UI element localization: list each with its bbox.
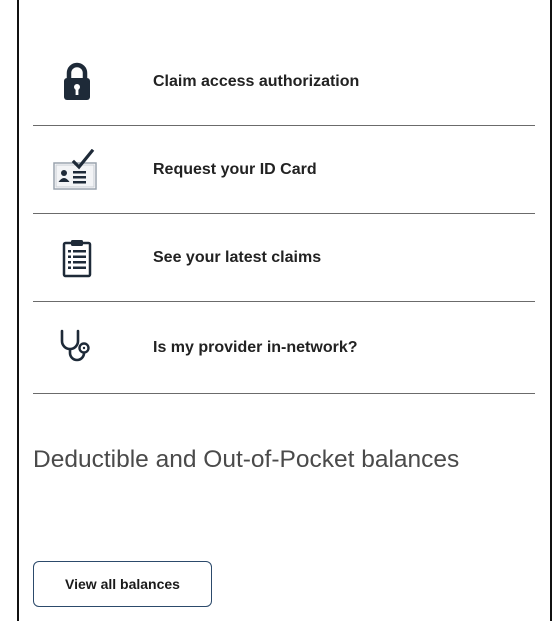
provider-in-network-link[interactable]: Is my provider in-network? xyxy=(33,302,535,394)
balances-heading: Deductible and Out-of-Pocket balances xyxy=(33,446,460,473)
lock-icon xyxy=(51,60,103,104)
request-id-card-link[interactable]: Request your ID Card xyxy=(33,126,535,214)
see-latest-claims-link[interactable]: See your latest claims xyxy=(33,214,535,302)
link-label: See your latest claims xyxy=(153,248,322,266)
clipboard-icon xyxy=(51,236,103,280)
link-label: Is my provider in-network? xyxy=(153,338,358,356)
claim-access-authorization-link[interactable]: Claim access authorization xyxy=(33,38,535,126)
link-label: Request your ID Card xyxy=(153,160,317,178)
link-label: Claim access authorization xyxy=(153,72,360,90)
id-card-icon xyxy=(51,148,103,192)
view-all-balances-button[interactable]: View all balances xyxy=(33,561,212,607)
stethoscope-icon xyxy=(51,326,103,370)
